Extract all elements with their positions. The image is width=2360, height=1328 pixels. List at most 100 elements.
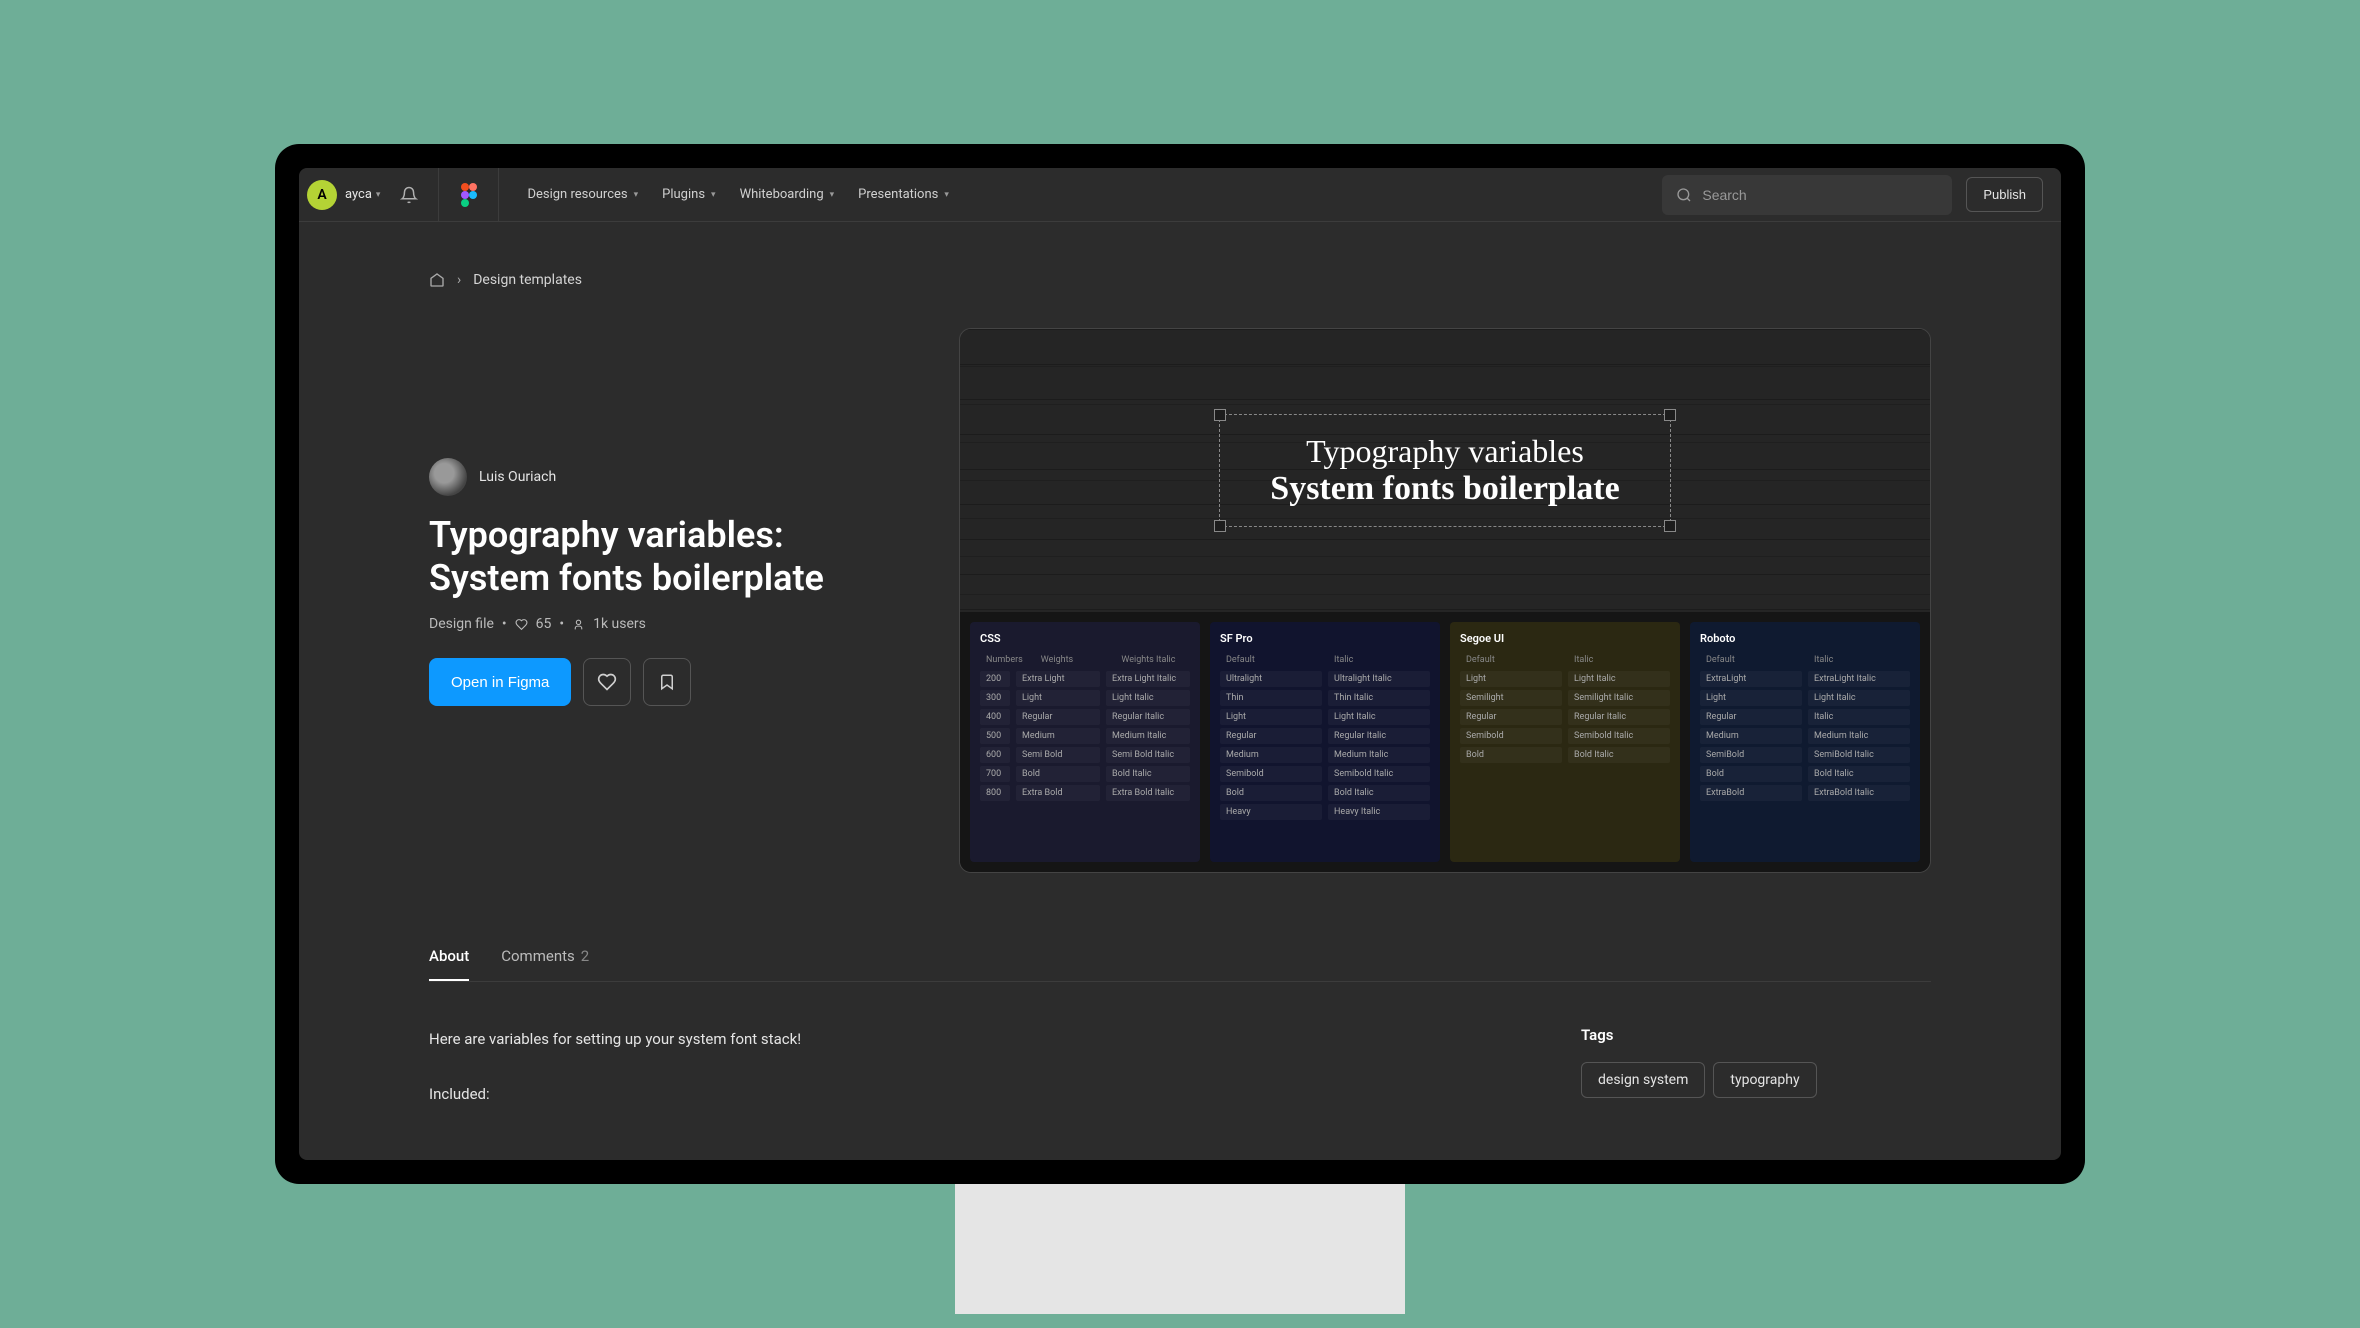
page-content: › Design templates Luis Ouriach Typograp… [299, 222, 2061, 1160]
card-row: SemilightSemilight Italic [1460, 690, 1670, 706]
top-nav: A ayca ▾ Design resources ▾ [299, 168, 2061, 222]
resource-title: Typography variables: System fonts boile… [429, 514, 899, 600]
open-in-figma-button[interactable]: Open in Figma [429, 658, 571, 706]
nav-presentations[interactable]: Presentations ▾ [848, 179, 959, 210]
card-row: SemiboldSemibold Italic [1460, 728, 1670, 744]
description: Here are variables for setting up your s… [429, 1026, 1481, 1136]
username-label: ayca [345, 187, 372, 202]
card-row: Heavy Heavy Italic [1220, 804, 1430, 820]
tags-list: design systemtypography [1581, 1062, 1931, 1108]
card-cell: Medium [1220, 747, 1322, 763]
tab-about[interactable]: About [429, 933, 469, 981]
notifications-button[interactable] [394, 180, 424, 210]
search-input[interactable] [1702, 187, 1938, 203]
card-cell: 800 [980, 785, 1010, 801]
chevron-down-icon: ▾ [944, 190, 949, 200]
figma-logo-icon [461, 183, 477, 207]
card-row: LightLight Italic [1220, 709, 1430, 725]
like-button[interactable] [583, 658, 631, 706]
meta-separator: • [559, 616, 564, 632]
user-avatar[interactable]: A [307, 180, 337, 210]
card-cell: Italic [1808, 709, 1910, 725]
card-cell: ExtraBold [1700, 785, 1802, 801]
card-col-header: Weights Italic [1115, 653, 1190, 667]
card-cell: Bold Italic [1808, 766, 1910, 782]
nav-menu: Design resources ▾ Plugins ▾ Whiteboardi… [499, 179, 958, 210]
nav-whiteboarding[interactable]: Whiteboarding ▾ [730, 179, 845, 210]
card-cell: Bold Italic [1328, 785, 1430, 801]
preview-canvas: Typography variables System fonts boiler… [960, 329, 1930, 612]
card-col-header: Numbers [980, 653, 1029, 667]
chevron-down-icon: ▾ [634, 190, 639, 200]
card-row: 500MediumMedium Italic [980, 728, 1190, 744]
card-cell: Regular [1700, 709, 1802, 725]
bookmark-icon [658, 673, 676, 691]
hero-section: Luis Ouriach Typography variables: Syste… [429, 328, 1931, 873]
card-row: Regular Italic [1700, 709, 1910, 725]
card-cell: Extra Light Italic [1106, 671, 1190, 687]
breadcrumb-separator: › [457, 272, 461, 288]
card-title: Roboto [1700, 632, 1910, 645]
description-p1: Here are variables for setting up your s… [429, 1026, 1481, 1053]
card-cell: SemiBold [1700, 747, 1802, 763]
card-cell: Heavy Italic [1328, 804, 1430, 820]
card-col-header: Default [1220, 653, 1322, 667]
card-row: SemiboldSemibold Italic [1220, 766, 1430, 782]
card-cell: Extra Bold Italic [1106, 785, 1190, 801]
card-cell: Light Italic [1106, 690, 1190, 706]
description-p2: Included: [429, 1081, 1481, 1108]
card-cell: Bold Italic [1568, 747, 1670, 763]
card-cell: Regular [1220, 728, 1322, 744]
card-cell: Semibold Italic [1328, 766, 1430, 782]
nav-item-label: Plugins [662, 187, 705, 202]
nav-plugins[interactable]: Plugins ▾ [652, 179, 725, 210]
card-row: 800 Extra Bold Extra Bold Italic [980, 785, 1190, 801]
user-menu[interactable]: ayca ▾ [345, 187, 380, 202]
hero-info: Luis Ouriach Typography variables: Syste… [429, 328, 899, 873]
figma-home-button[interactable] [439, 168, 499, 221]
breadcrumb-link[interactable]: Design templates [473, 272, 582, 288]
card-row: BoldBold Italic [1220, 785, 1430, 801]
nav-design-resources[interactable]: Design resources ▾ [517, 179, 648, 210]
breadcrumb: › Design templates [429, 272, 1931, 288]
card-cell: Regular [1016, 709, 1100, 725]
search-box[interactable] [1662, 175, 1952, 215]
selection-handle [1214, 520, 1226, 532]
card-col-header: Weights [1035, 653, 1110, 667]
card-row: UltralightUltralight Italic [1220, 671, 1430, 687]
card-cell: Regular Italic [1328, 728, 1430, 744]
card-cell: Heavy [1220, 804, 1322, 820]
preview-cards: CSS Numbers Weights Weights Italic 200Ex… [960, 612, 1930, 872]
tag-chip[interactable]: design system [1581, 1062, 1705, 1098]
card-col-header: Italic [1328, 653, 1430, 667]
card-row: Regular Regular Italic [1220, 728, 1430, 744]
publish-button[interactable]: Publish [1966, 177, 2043, 212]
tab-comments[interactable]: Comments 2 [501, 933, 589, 981]
card-row: 200Extra LightExtra Light Italic [980, 671, 1190, 687]
card-cell: Bold [1016, 766, 1100, 782]
card-cell: Thin Italic [1328, 690, 1430, 706]
card-cell: Extra Light [1016, 671, 1100, 687]
users-count: 1k users [593, 616, 646, 632]
card-row: MediumMedium Italic [1700, 728, 1910, 744]
author-row[interactable]: Luis Ouriach [429, 458, 899, 496]
card-cell: Semilight Italic [1568, 690, 1670, 706]
card-row: LightLight Italic [1460, 671, 1670, 687]
tab-label: Comments [501, 947, 575, 965]
card-cell: Extra Bold [1016, 785, 1100, 801]
preview-image[interactable]: Typography variables System fonts boiler… [959, 328, 1931, 873]
tag-chip[interactable]: typography [1713, 1062, 1816, 1098]
nav-item-label: Design resources [527, 187, 627, 202]
card-cell: Light Italic [1808, 690, 1910, 706]
card-cell: Ultralight Italic [1328, 671, 1430, 687]
tags-sidebar: Tags design systemtypography [1581, 1026, 1931, 1136]
author-avatar [429, 458, 467, 496]
card-cell: Semibold Italic [1568, 728, 1670, 744]
card-cell: Light [1700, 690, 1802, 706]
bookmark-button[interactable] [643, 658, 691, 706]
card-row: 600Semi BoldSemi Bold Italic [980, 747, 1190, 763]
card-row: BoldBold Italic [1700, 766, 1910, 782]
bell-icon [400, 186, 418, 204]
card-cell: 700 [980, 766, 1010, 782]
home-icon[interactable] [429, 272, 445, 288]
